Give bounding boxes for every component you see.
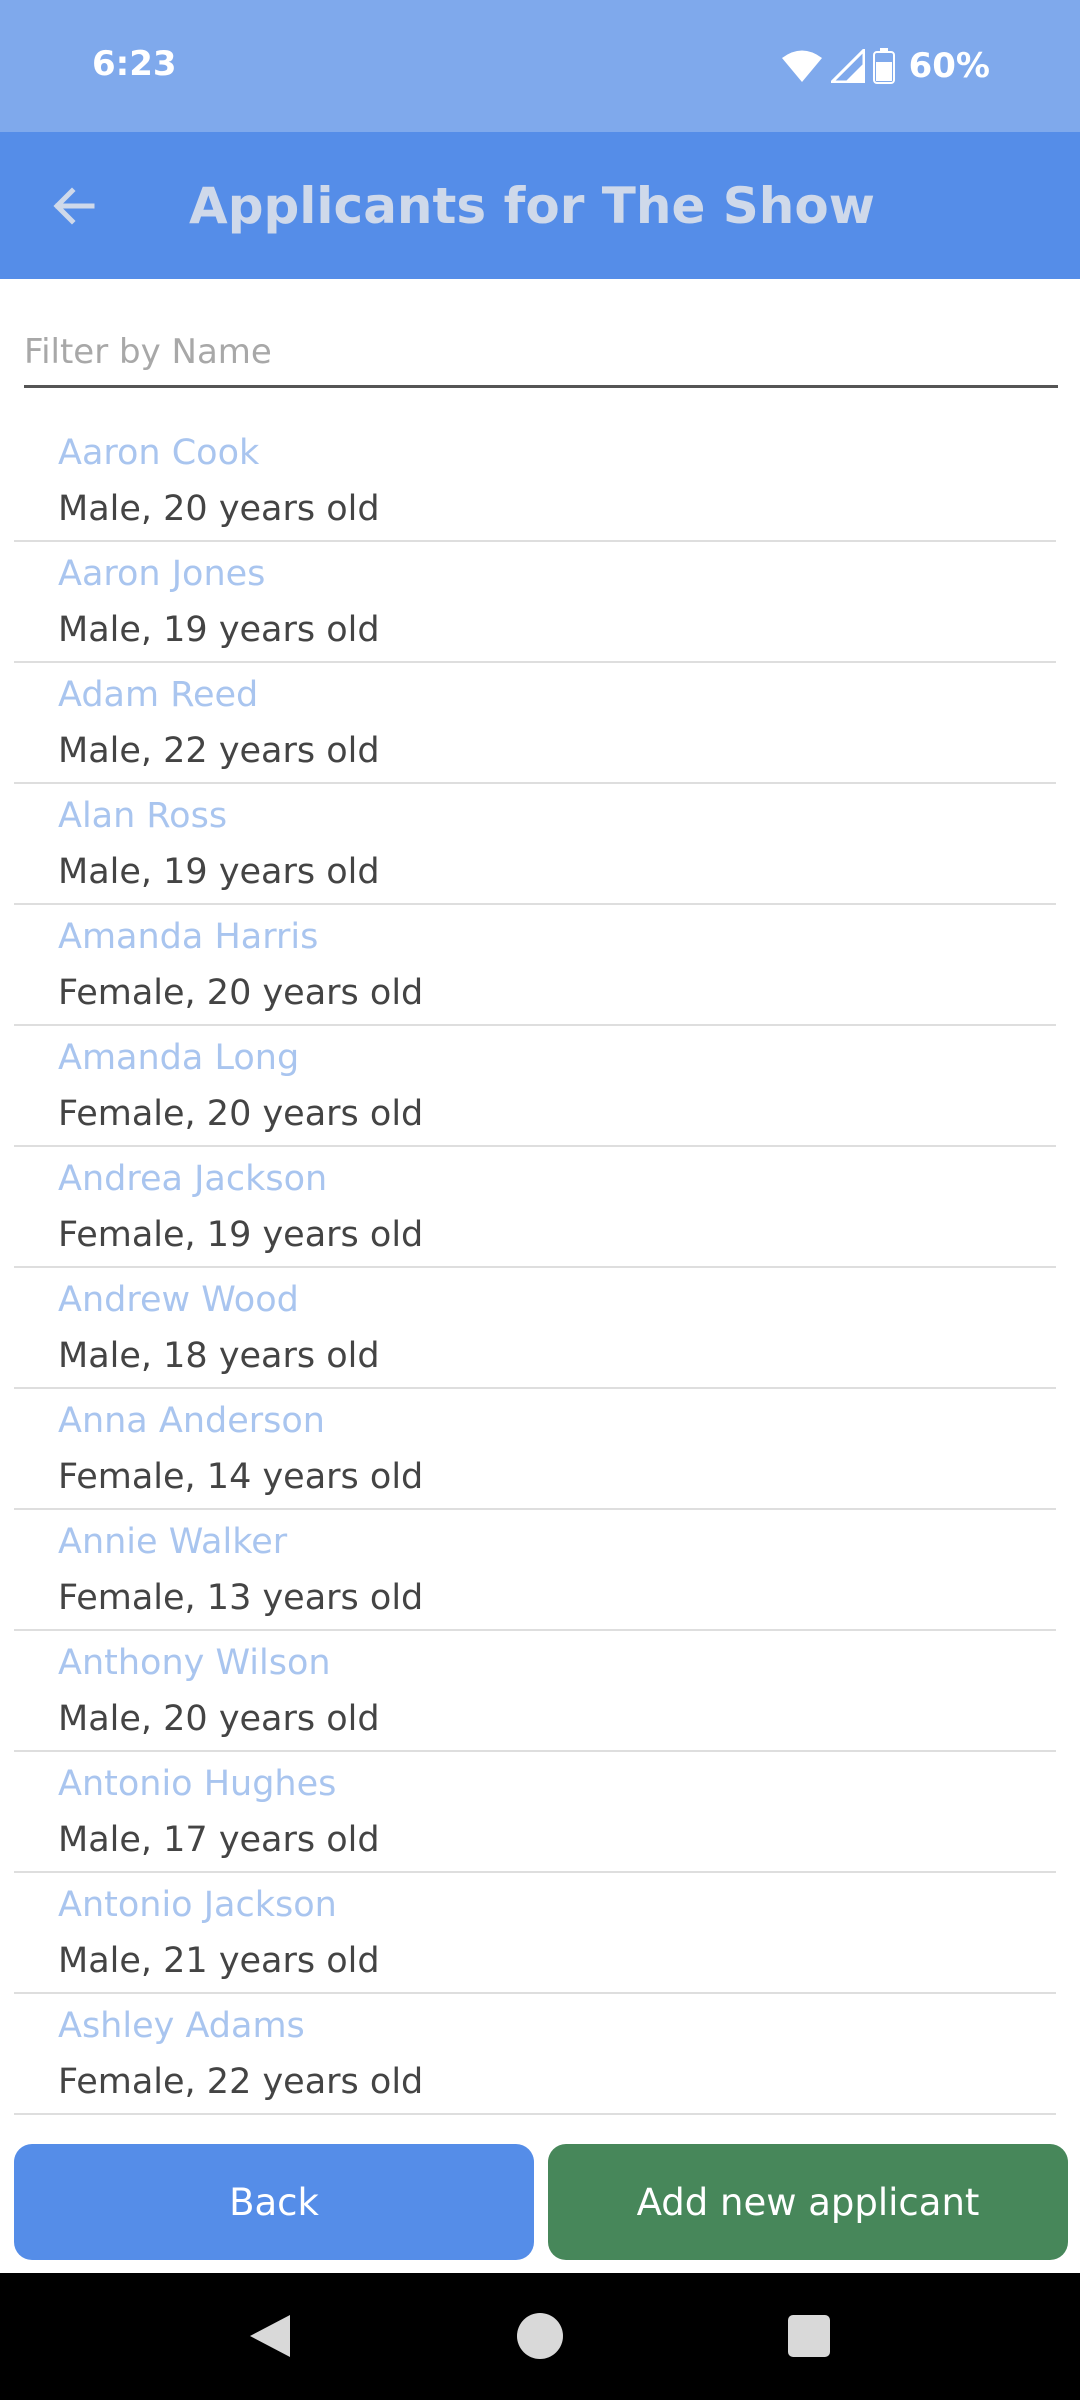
applicant-detail: Male, 18 years old (58, 1336, 380, 1376)
applicant-detail: Male, 20 years old (58, 1699, 380, 1739)
applicant-detail: Male, 19 years old (58, 852, 380, 892)
list-item[interactable]: Adam Reed Male, 22 years old (14, 663, 1056, 784)
applicant-detail: Female, 14 years old (58, 1457, 424, 1497)
list-item[interactable]: Aaron Jones Male, 19 years old (14, 542, 1056, 663)
filter-by-name-input[interactable] (24, 318, 1058, 388)
applicant-name: Aaron Cook (58, 433, 260, 473)
applicant-detail: Male, 19 years old (58, 610, 380, 650)
status-icons: 60% (781, 44, 990, 88)
applicant-name: Amanda Harris (58, 917, 319, 957)
signal-icon (830, 49, 865, 83)
applicant-detail: Female, 20 years old (58, 1094, 424, 1134)
status-bar: 6:23 60% (0, 0, 1080, 132)
battery-icon (872, 48, 895, 84)
applicant-detail: Male, 17 years old (58, 1820, 380, 1860)
list-item[interactable]: Andrea Jackson Female, 19 years old (14, 1147, 1056, 1268)
applicant-name: Andrew Wood (58, 1280, 299, 1320)
applicant-name: Antonio Jackson (58, 1885, 337, 1925)
system-nav-bar (0, 2273, 1080, 2400)
status-time: 6:23 (92, 44, 177, 84)
applicant-detail: Female, 19 years old (58, 1215, 424, 1255)
list-item[interactable]: Antonio Hughes Male, 17 years old (14, 1752, 1056, 1873)
applicant-name: Andrea Jackson (58, 1159, 328, 1199)
list-item[interactable]: Andrew Wood Male, 18 years old (14, 1268, 1056, 1389)
nav-home-icon[interactable] (517, 2313, 563, 2359)
applicant-detail: Male, 21 years old (58, 1941, 380, 1981)
applicant-name: Annie Walker (58, 1522, 288, 1562)
wifi-icon (781, 50, 822, 82)
list-item[interactable]: Alan Ross Male, 19 years old (14, 784, 1056, 905)
list-item[interactable]: Anthony Wilson Male, 20 years old (14, 1631, 1056, 1752)
list-item[interactable]: Amanda Harris Female, 20 years old (14, 905, 1056, 1026)
battery-percent: 60% (908, 46, 990, 86)
applicant-detail: Male, 22 years old (58, 731, 380, 771)
add-new-applicant-button[interactable]: Add new applicant (548, 2144, 1068, 2260)
nav-recents-icon[interactable] (788, 2315, 830, 2357)
list-item[interactable]: Ashley Adams Female, 22 years old (14, 1994, 1056, 2115)
applicant-name: Alan Ross (58, 796, 228, 836)
applicant-list: Aaron Cook Male, 20 years old Aaron Jones M… (14, 421, 1056, 2115)
applicant-name: Anna Anderson (58, 1401, 325, 1441)
app-bar: Applicants for The Show (0, 132, 1080, 279)
applicant-name: Anthony Wilson (58, 1643, 331, 1683)
list-item[interactable]: Annie Walker Female, 13 years old (14, 1510, 1056, 1631)
list-item[interactable]: Amanda Long Female, 20 years old (14, 1026, 1056, 1147)
applicant-name: Adam Reed (58, 675, 259, 715)
nav-back-icon[interactable] (246, 2313, 292, 2359)
applicant-name: Antonio Hughes (58, 1764, 337, 1804)
page-title: Applicants for The Show (189, 177, 875, 235)
applicant-detail: Female, 20 years old (58, 973, 424, 1013)
applicant-name: Aaron Jones (58, 554, 266, 594)
applicant-detail: Male, 20 years old (58, 489, 380, 529)
list-item[interactable]: Anna Anderson Female, 14 years old (14, 1389, 1056, 1510)
applicant-name: Amanda Long (58, 1038, 300, 1078)
applicant-name: Ashley Adams (58, 2006, 305, 2046)
list-item[interactable]: Aaron Cook Male, 20 years old (14, 421, 1056, 542)
back-button[interactable]: Back (14, 2144, 534, 2260)
applicant-detail: Female, 22 years old (58, 2062, 424, 2102)
arrow-left-icon[interactable] (42, 174, 106, 238)
applicant-detail: Female, 13 years old (58, 1578, 424, 1618)
list-item[interactable]: Antonio Jackson Male, 21 years old (14, 1873, 1056, 1994)
